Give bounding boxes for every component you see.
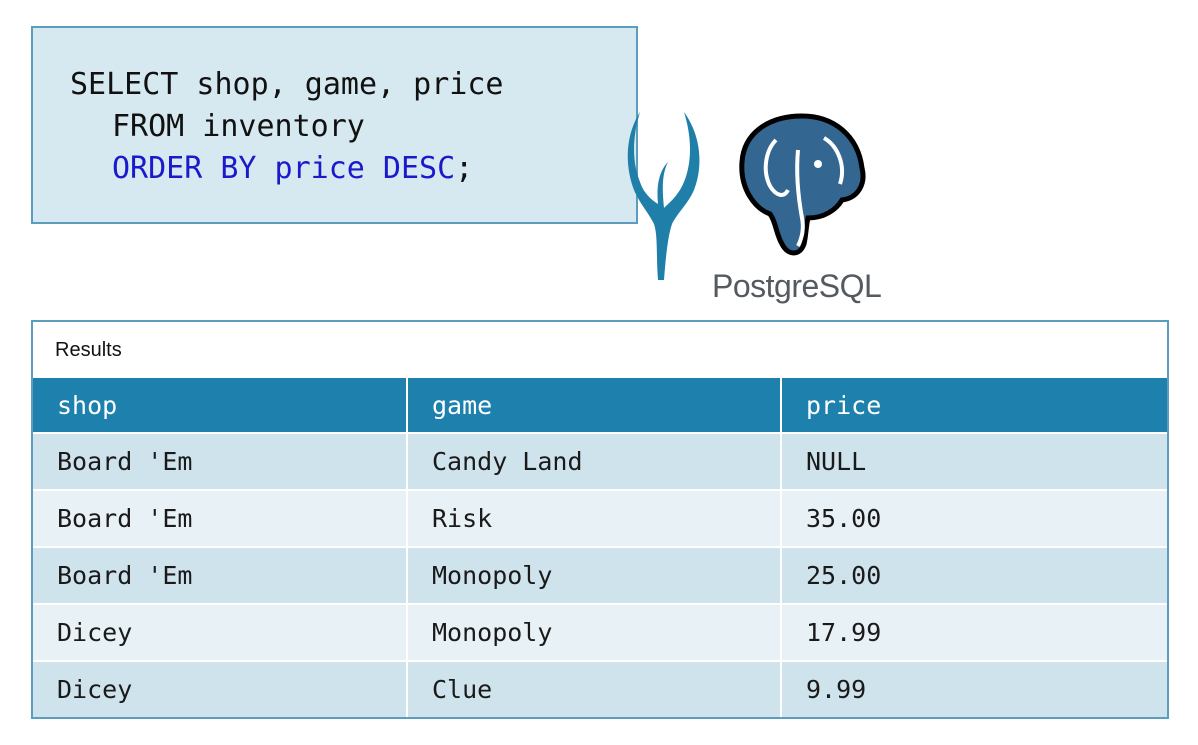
table-row: Board 'Em Risk 35.00 bbox=[33, 489, 1167, 547]
cell-game: Risk bbox=[407, 489, 782, 547]
cell-shop: Dicey bbox=[33, 660, 408, 717]
query-terminator: ; bbox=[455, 151, 474, 186]
sql-query-panel: SELECT shop, game, price FROM inventory … bbox=[31, 26, 638, 224]
cell-shop: Board 'Em bbox=[33, 432, 408, 490]
cell-shop: Board 'Em bbox=[33, 546, 408, 604]
table-row: Board 'Em Monopoly 25.00 bbox=[33, 546, 1167, 604]
table-row: Board 'Em Candy Land NULL bbox=[33, 432, 1167, 490]
elephant-icon bbox=[739, 113, 866, 256]
column-header-game: game bbox=[407, 378, 782, 433]
cell-price: 25.00 bbox=[781, 546, 1167, 604]
cell-price: NULL bbox=[781, 432, 1167, 490]
table-row: Dicey Clue 9.99 bbox=[33, 660, 1167, 717]
results-panel: Results shop game price Board 'Em Candy … bbox=[31, 320, 1169, 719]
query-line-from: FROM inventory bbox=[112, 109, 365, 144]
cell-shop: Dicey bbox=[33, 603, 408, 661]
cell-price: 17.99 bbox=[781, 603, 1167, 661]
cell-shop: Board 'Em bbox=[33, 489, 408, 547]
table-header-row: shop game price bbox=[33, 378, 1167, 433]
cell-game: Candy Land bbox=[407, 432, 782, 490]
slide-canvas: SELECT shop, game, price FROM inventory … bbox=[0, 0, 1198, 745]
table-row: Dicey Monopoly 17.99 bbox=[33, 603, 1167, 661]
results-title: Results bbox=[55, 339, 122, 361]
column-header-shop: shop bbox=[33, 378, 408, 433]
cell-price: 35.00 bbox=[781, 489, 1167, 547]
query-order-by-clause: ORDER BY price DESC bbox=[112, 151, 456, 186]
results-table: shop game price Board 'Em Candy Land NUL… bbox=[33, 378, 1167, 717]
query-line-select: SELECT shop, game, price bbox=[70, 67, 504, 102]
cell-game: Monopoly bbox=[407, 603, 782, 661]
antelope-icon bbox=[627, 112, 700, 280]
query-line-order-by: ORDER BY price DESC; bbox=[70, 148, 636, 190]
column-header-price: price bbox=[781, 378, 1167, 433]
cell-game: Monopoly bbox=[407, 546, 782, 604]
cell-price: 9.99 bbox=[781, 660, 1167, 717]
cell-game: Clue bbox=[407, 660, 782, 717]
postgresql-wordmark: PostgreSQL bbox=[712, 268, 882, 304]
